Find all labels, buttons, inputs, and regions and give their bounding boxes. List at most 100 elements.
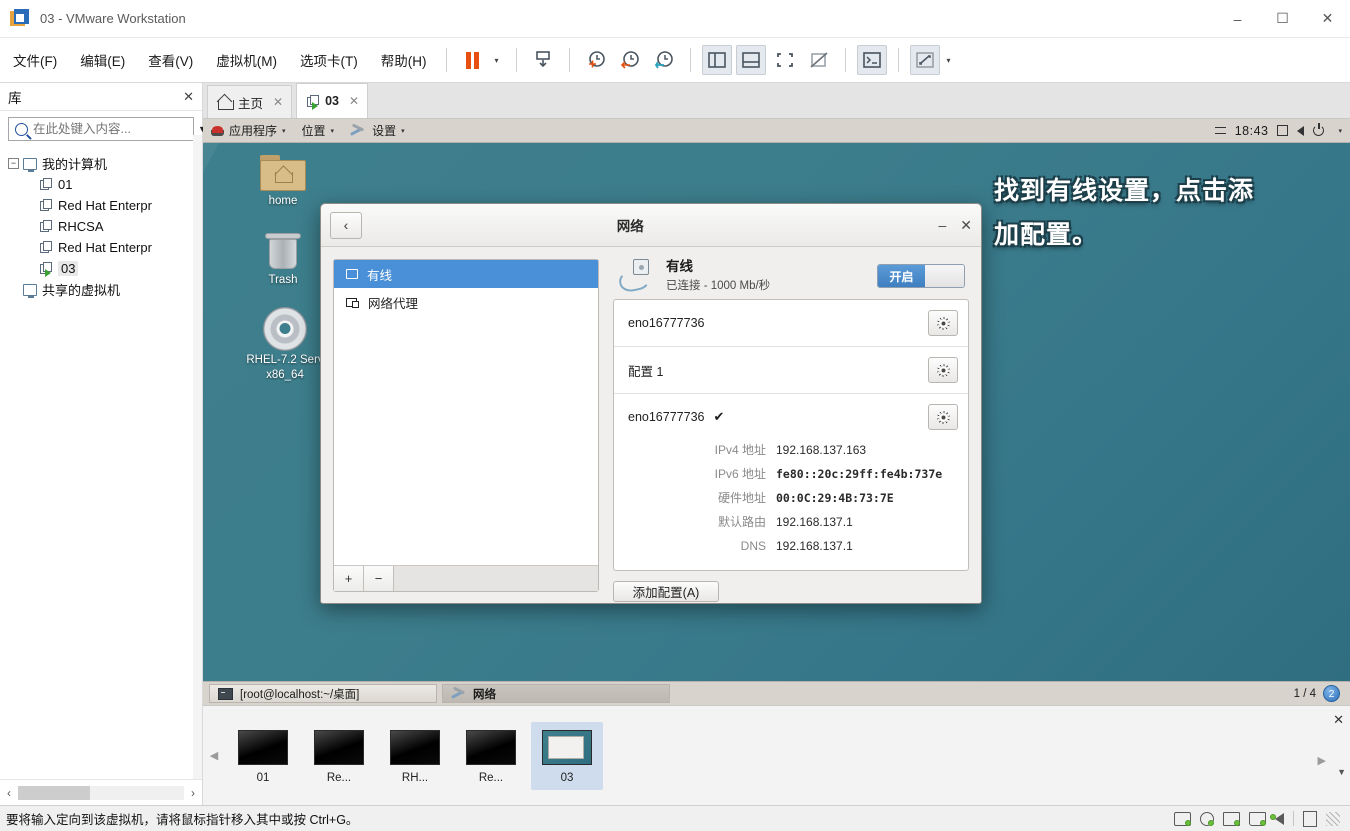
thumbnails-scroll-down-icon[interactable]: ▼ (1337, 767, 1346, 777)
fullscreen-icon[interactable] (770, 45, 800, 75)
scroll-left-icon[interactable]: ‹ (0, 786, 18, 800)
dialog-titlebar: ‹ 网络 – ✕ (321, 204, 981, 247)
power-icon[interactable] (1313, 123, 1325, 136)
profile-label: 配置 1 (628, 364, 664, 379)
add-config-button[interactable]: 添加配置(A) (613, 581, 719, 602)
thumbnail-rh[interactable]: RH... (379, 722, 451, 790)
tree-item-label: Red Hat Enterpr (58, 198, 152, 213)
menu-vm[interactable]: 虚拟机(M) (206, 46, 287, 74)
cd-drive-icon[interactable] (1200, 811, 1214, 826)
stretch-dropdown-caret-icon[interactable]: ▾ (943, 56, 955, 65)
take-snapshot-icon[interactable] (581, 45, 611, 75)
network-icon[interactable] (1277, 125, 1289, 136)
library-close-icon[interactable]: ✕ (183, 89, 194, 105)
show-thumbnails-icon[interactable] (735, 45, 766, 75)
sound-icon[interactable] (1270, 812, 1284, 825)
close-button[interactable]: ✕ (1305, 0, 1350, 38)
scrollbar-thumb[interactable] (18, 785, 90, 800)
stretch-guest-icon[interactable] (909, 45, 940, 75)
chevron-down-icon[interactable]: ▾ (1338, 127, 1342, 135)
sidebar-item-vm-03[interactable]: 03 (6, 258, 202, 279)
profile-row-config-1[interactable]: 配置 1 (614, 347, 968, 394)
workspace-switcher[interactable]: 1 / 4 2 (1294, 685, 1344, 702)
resize-grip-icon[interactable] (1326, 811, 1340, 826)
thumbnails-scroll-right-icon[interactable]: ▶ (1318, 754, 1326, 767)
profile-row-eno16777736[interactable]: eno16777736 (614, 300, 968, 347)
accessibility-icon[interactable] (1214, 127, 1226, 134)
gnome-applications-menu[interactable]: 应用程序 ▾ (203, 119, 294, 143)
pause-dropdown-caret-icon[interactable]: ▾ (491, 56, 503, 65)
sidebar-item-vm-01[interactable]: 01 (6, 174, 202, 195)
dialog-minimize-button[interactable]: – (938, 217, 946, 233)
search-input[interactable] (33, 122, 194, 136)
gear-icon[interactable] (928, 310, 958, 336)
wired-toggle-switch[interactable]: 开启 (877, 264, 965, 288)
thumbnail-03[interactable]: 03 (531, 721, 603, 790)
menu-edit[interactable]: 编辑(E) (70, 46, 135, 74)
clock[interactable]: 18:43 (1235, 124, 1269, 138)
tools-icon (350, 124, 365, 137)
gnome-places-menu[interactable]: 位置 ▾ (294, 119, 343, 143)
gnome-desktop[interactable]: home Trash RHEL-7.2 Serv x86_64 找到有线设置，点… (203, 143, 1350, 681)
gear-icon[interactable] (928, 404, 958, 430)
dialog-close-button[interactable]: ✕ (960, 217, 972, 234)
network-adapter-icon[interactable] (1223, 811, 1240, 826)
desktop-icon-home[interactable]: home (243, 155, 323, 207)
taskbar-window-label: 网络 (473, 688, 496, 701)
pause-vm-icon[interactable] (458, 45, 488, 75)
tab-close-icon[interactable]: ✕ (273, 95, 283, 109)
minimize-button[interactable]: – (1215, 0, 1260, 38)
library-search-box[interactable]: ▼ (8, 117, 207, 141)
sidebar-item-vm-rhel-1[interactable]: Red Hat Enterpr (6, 195, 202, 216)
category-item-network-proxy[interactable]: 网络代理 (334, 288, 598, 316)
sidebar-item-vm-rhel-2[interactable]: Red Hat Enterpr (6, 237, 202, 258)
menu-file[interactable]: 文件(F) (3, 46, 67, 74)
unity-mode-icon[interactable] (804, 45, 834, 75)
snapshot-manager-icon[interactable] (528, 45, 558, 75)
volume-icon[interactable] (1297, 125, 1305, 136)
thumbnail-01[interactable]: 01 (227, 722, 299, 790)
hard-disk-icon[interactable] (1174, 811, 1191, 826)
tab-home[interactable]: 主页 ✕ (207, 85, 293, 118)
desktop-icon-rhel-iso[interactable]: RHEL-7.2 Serv x86_64 (237, 307, 333, 383)
library-vertical-scrollbar[interactable] (193, 135, 202, 805)
gnome-status-area: 18:43 ▾ (1214, 123, 1350, 138)
remove-network-button[interactable]: − (364, 566, 394, 591)
vm-console[interactable]: 应用程序 ▾ 位置 ▾ 设置 ▾ 18:43 ▾ home Trash RHEL… (203, 119, 1350, 705)
desktop-icon-trash[interactable]: Trash (243, 231, 323, 286)
manage-snapshots-icon[interactable] (649, 45, 679, 75)
scrollbar-track[interactable] (18, 785, 184, 800)
sidebar-item-vm-rhcsa[interactable]: RHCSA (6, 216, 202, 237)
thumbnail-preview (314, 729, 364, 765)
show-library-icon[interactable] (701, 45, 732, 75)
dialog-window-controls: – ✕ (930, 217, 972, 234)
revert-snapshot-icon[interactable] (615, 45, 645, 75)
tree-expander-icon[interactable]: − (8, 158, 19, 169)
console-view-icon[interactable] (856, 45, 887, 75)
menu-view[interactable]: 查看(V) (138, 46, 203, 74)
active-connection-name: eno16777736 (628, 410, 705, 424)
thumbnail-re-1[interactable]: Re... (303, 722, 375, 790)
gear-icon[interactable] (928, 357, 958, 383)
scroll-right-icon[interactable]: › (184, 786, 202, 800)
printer-icon[interactable] (1249, 811, 1266, 826)
gnome-settings-menu[interactable]: 设置 ▾ (342, 119, 413, 143)
taskbar-window-terminal[interactable]: [root@localhost:~/桌面] (209, 684, 437, 703)
menu-tabs[interactable]: 选项卡(T) (290, 46, 368, 74)
tab-close-icon[interactable]: ✕ (349, 94, 359, 108)
workspace-badge[interactable]: 2 (1323, 685, 1340, 702)
sidebar-item-shared-vms[interactable]: 共享的虚拟机 (6, 279, 202, 300)
tab-vm-03[interactable]: 03 ✕ (296, 83, 369, 118)
thumbnail-re-2[interactable]: Re... (455, 722, 527, 790)
maximize-button[interactable]: ☐ (1260, 0, 1305, 38)
thumbnails-scroll-left-icon[interactable]: ◀ (203, 749, 225, 762)
network-settings-dialog[interactable]: ‹ 网络 – ✕ 有线 网络代理 + − 有线 已连接 - 1000 Mb/秒 … (320, 203, 982, 604)
taskbar-window-network[interactable]: 网络 (442, 684, 670, 703)
menu-help[interactable]: 帮助(H) (371, 46, 437, 74)
tree-root-my-computer[interactable]: − 我的计算机 (6, 153, 202, 174)
thumbnails-close-icon[interactable]: ✕ (1333, 712, 1344, 728)
message-log-icon[interactable] (1303, 810, 1317, 827)
category-item-wired[interactable]: 有线 (334, 260, 598, 288)
add-network-button[interactable]: + (334, 566, 364, 591)
library-horizontal-scrollbar[interactable]: ‹ › (0, 779, 202, 805)
